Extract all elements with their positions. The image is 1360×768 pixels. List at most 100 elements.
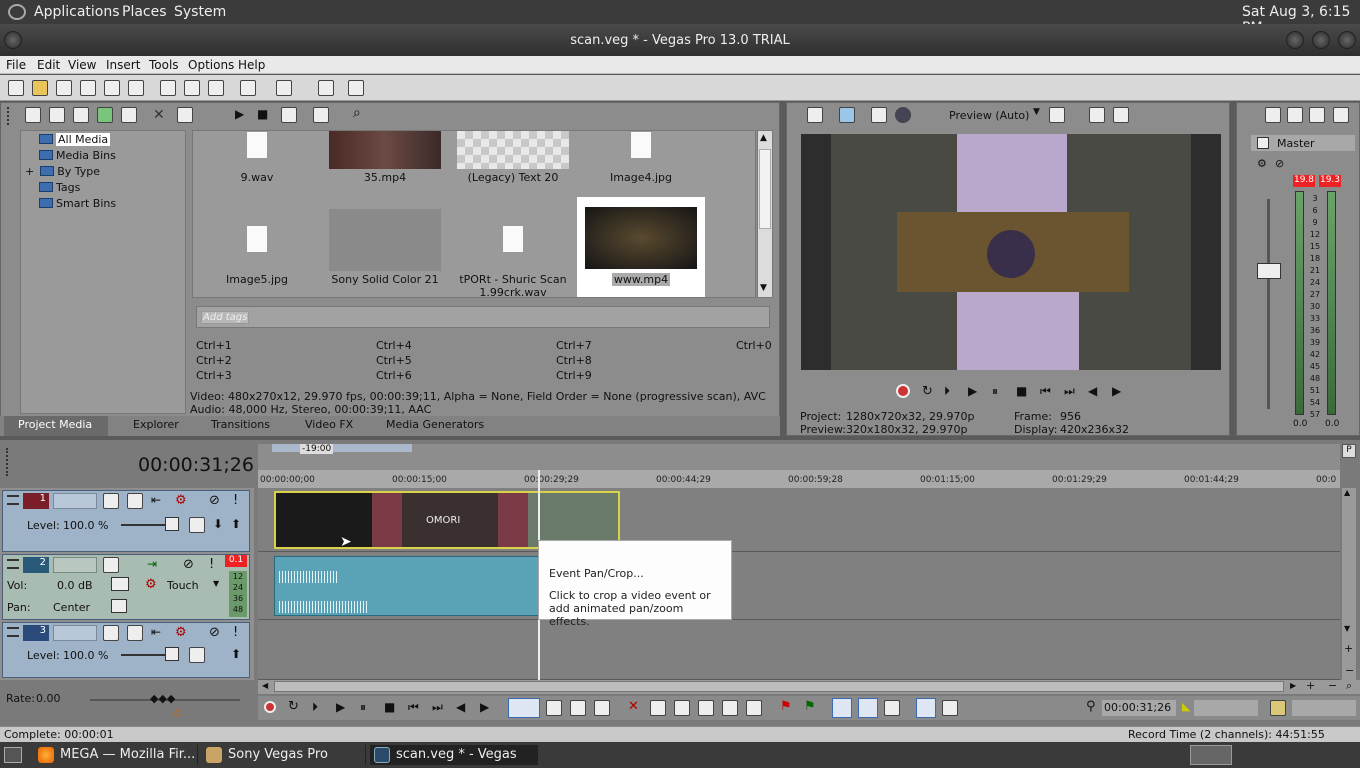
open-icon[interactable] bbox=[32, 80, 48, 96]
refresh-icon[interactable] bbox=[97, 107, 113, 123]
enable-snapping-icon[interactable] bbox=[318, 80, 334, 96]
master-fader[interactable] bbox=[1257, 263, 1281, 279]
zoom-in-icon[interactable]: + bbox=[1306, 679, 1315, 692]
pause-icon[interactable]: ⏸ bbox=[992, 384, 998, 399]
selection-edit-tool[interactable] bbox=[570, 700, 586, 716]
maximize-button[interactable] bbox=[1312, 31, 1330, 49]
system-menu[interactable]: System bbox=[174, 4, 226, 20]
task-vegas-active[interactable]: scan.veg * - Vegas P... bbox=[370, 745, 538, 768]
trim-icon[interactable] bbox=[650, 700, 666, 716]
arm-up-icon[interactable]: ⬆ bbox=[231, 647, 241, 661]
arm-down-icon[interactable]: ⬇ bbox=[213, 517, 223, 531]
play-from-start-icon[interactable]: ⏵ bbox=[312, 700, 318, 715]
envelope-edit-tool[interactable] bbox=[546, 700, 562, 716]
views-icon[interactable] bbox=[313, 107, 329, 123]
zoom-out-icon[interactable]: − bbox=[1328, 679, 1337, 692]
solo-icon[interactable]: ! bbox=[209, 557, 214, 572]
tree-item-media-bins[interactable]: Media Bins bbox=[39, 149, 116, 162]
shortcut-label[interactable]: Ctrl+8 bbox=[556, 354, 592, 367]
track-name-field[interactable] bbox=[53, 625, 97, 641]
expand-icon[interactable]: + bbox=[25, 165, 34, 178]
show-desktop-icon[interactable] bbox=[4, 747, 22, 763]
track-expand-icon[interactable] bbox=[7, 627, 19, 637]
hscroll-thumb[interactable] bbox=[274, 681, 1284, 692]
tree-item-tags[interactable]: Tags bbox=[39, 181, 80, 194]
go-to-end-icon[interactable]: ⏭ bbox=[1064, 384, 1075, 399]
previous-frame-icon[interactable]: ◀ bbox=[1088, 384, 1097, 398]
track-fx-icon[interactable]: ⚙ bbox=[175, 493, 187, 508]
zoom-edit-tool[interactable] bbox=[594, 700, 610, 716]
solo-icon[interactable]: ! bbox=[233, 625, 238, 640]
scroll-right-icon[interactable]: ▶ bbox=[1290, 681, 1296, 690]
tab-explorer[interactable]: Explorer bbox=[133, 418, 179, 431]
stop-icon[interactable]: ■ bbox=[384, 700, 395, 714]
split-icon[interactable] bbox=[722, 700, 738, 716]
timeline-timecode[interactable]: 00:00:31;26 bbox=[138, 454, 254, 476]
track-expand-icon[interactable] bbox=[7, 559, 19, 569]
parent-compositing-icon[interactable]: ⇤ bbox=[151, 493, 161, 507]
track-header-audio-2[interactable]: 2 ⇥ ⊘ ! 0.1 Vol: 0.0 dB ⚙ Touch ▼ Pan: C… bbox=[2, 554, 250, 620]
preview-mode-select[interactable]: Preview (Auto) bbox=[949, 109, 1029, 122]
mute-icon[interactable]: ⊘ bbox=[209, 493, 220, 508]
pause-icon[interactable]: ⏸ bbox=[360, 700, 366, 715]
new-icon[interactable] bbox=[8, 80, 24, 96]
workspace-switcher[interactable] bbox=[1190, 745, 1232, 765]
track-fx-icon[interactable]: ⚙ bbox=[175, 625, 187, 640]
render-icon[interactable] bbox=[104, 80, 120, 96]
loop-marker[interactable]: -19:00 bbox=[300, 444, 334, 454]
time-ruler[interactable]: 00:00:00;00 00:00:15;00 00:00:29;29 00:0… bbox=[258, 470, 1340, 488]
play-from-start-icon[interactable]: ⏵ bbox=[944, 384, 950, 399]
stop-icon[interactable]: ■ bbox=[1016, 384, 1027, 398]
task-firefox[interactable]: MEGA — Mozilla Fir... bbox=[34, 745, 198, 765]
play-icon[interactable]: ▶ bbox=[336, 700, 345, 714]
zoom-out-icon[interactable]: − bbox=[1345, 664, 1354, 677]
auto-crossfades-icon[interactable] bbox=[858, 698, 878, 718]
save-as-icon[interactable] bbox=[80, 80, 96, 96]
previous-frame-icon[interactable]: ◀ bbox=[456, 700, 465, 714]
media-scrollbar[interactable]: ▲ ▼ bbox=[757, 130, 773, 298]
peak-right[interactable]: 19.3 bbox=[1319, 175, 1341, 187]
task-sony-vegas-folder[interactable]: Sony Vegas Pro 13.0... bbox=[202, 745, 366, 768]
solo-icon[interactable]: ! bbox=[233, 493, 238, 508]
track-name-field[interactable] bbox=[53, 493, 97, 509]
copy-snapshot-icon[interactable] bbox=[1089, 107, 1105, 123]
cut-icon[interactable] bbox=[160, 80, 176, 96]
mute-icon[interactable]: ⊘ bbox=[183, 557, 194, 572]
arm-up-icon[interactable]: ⬆ bbox=[231, 517, 241, 531]
scroll-up-icon[interactable]: ▲ bbox=[760, 133, 767, 143]
level-slider[interactable] bbox=[165, 517, 179, 531]
redo-icon[interactable] bbox=[276, 80, 292, 96]
tab-project-media[interactable]: Project Media bbox=[4, 416, 108, 436]
tree-item-all-media[interactable]: All Media bbox=[39, 133, 111, 146]
shortcut-label[interactable]: Ctrl+9 bbox=[556, 369, 592, 382]
tree-item-smart-bins[interactable]: Smart Bins bbox=[39, 197, 116, 210]
rate-slider[interactable]: ◆◆◆ bbox=[150, 692, 175, 705]
peak-left[interactable]: 19.8 bbox=[1293, 175, 1315, 187]
trim-start-icon[interactable] bbox=[674, 700, 690, 716]
track-name-field[interactable] bbox=[53, 557, 97, 573]
close-button[interactable] bbox=[1338, 31, 1356, 49]
undo-icon[interactable] bbox=[240, 80, 256, 96]
tags-field[interactable]: Add tags bbox=[196, 306, 770, 328]
get-media-icon[interactable] bbox=[73, 107, 89, 123]
capture-video-icon[interactable] bbox=[49, 107, 65, 123]
chevron-down-icon[interactable]: ▼ bbox=[213, 579, 219, 588]
parent-compositing-icon[interactable]: ⇤ bbox=[151, 625, 161, 639]
whats-this-icon[interactable] bbox=[348, 80, 364, 96]
compositing-mode-icon[interactable] bbox=[127, 625, 143, 641]
chevron-down-icon[interactable]: ▼ bbox=[1033, 107, 1040, 117]
trim-end-icon[interactable] bbox=[698, 700, 714, 716]
tab-video-fx[interactable]: Video FX bbox=[305, 418, 353, 431]
track-lane-video-3[interactable] bbox=[258, 620, 1340, 680]
external-monitor-icon[interactable] bbox=[839, 107, 855, 123]
marker-bar[interactable] bbox=[258, 444, 1340, 470]
go-to-end-icon[interactable]: ⏭ bbox=[432, 700, 443, 715]
go-to-start-icon[interactable]: ⏮ bbox=[408, 700, 419, 715]
downmix-icon[interactable] bbox=[1287, 107, 1303, 123]
properties-icon[interactable] bbox=[128, 80, 144, 96]
places-menu[interactable]: Places bbox=[122, 4, 167, 20]
auto-ripple-icon[interactable] bbox=[832, 698, 852, 718]
media-item[interactable]: Sony Solid Color 21 bbox=[321, 209, 449, 297]
shortcut-label[interactable]: Ctrl+3 bbox=[196, 369, 232, 382]
media-item[interactable]: Image5.jpg bbox=[193, 209, 321, 297]
